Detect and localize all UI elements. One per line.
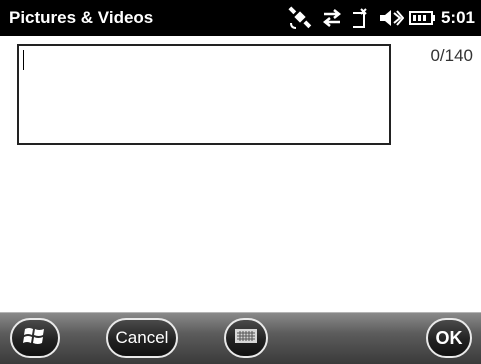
clock: 5:01 [440,8,475,27]
start-button[interactable] [10,318,60,358]
title-bar: Pictures & Videos 5:01 [0,0,481,36]
cancel-button[interactable]: Cancel [106,318,178,358]
app-title: Pictures & Videos [9,8,154,27]
character-counter: 0/140 [430,46,473,65]
ok-button[interactable]: OK [426,318,472,358]
windows-logo-icon [22,324,48,353]
gps-satellite-icon [287,5,313,31]
keyboard-icon [235,328,257,348]
battery-icon [408,5,436,31]
signal-icon [350,5,374,31]
connectivity-arrows-icon [320,5,344,31]
keyboard-button[interactable] [224,318,268,358]
volume-muted-icon [378,5,404,31]
text-caret [23,50,24,70]
softkey-bar: Cancel OK [0,312,481,364]
message-text-field[interactable] [17,44,391,145]
compose-area: 0/140 [0,36,481,312]
